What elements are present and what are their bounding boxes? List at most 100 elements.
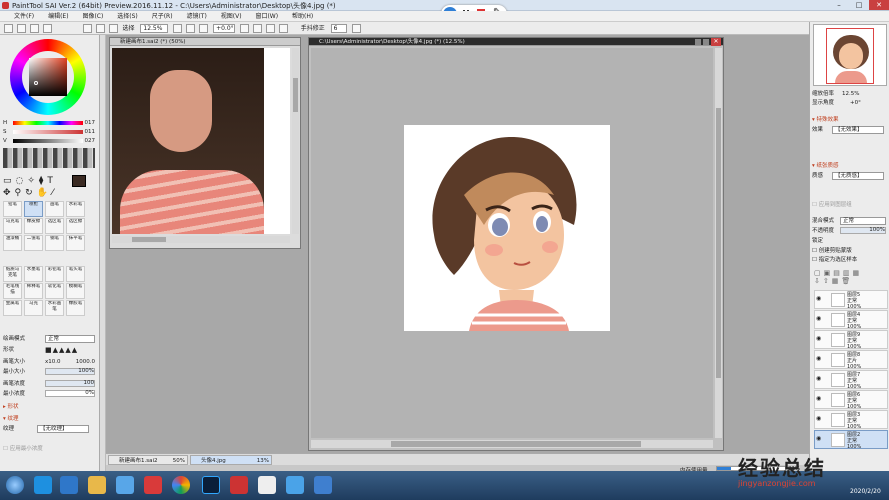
- menu-file[interactable]: 文件(F): [14, 11, 34, 22]
- menu-ruler[interactable]: 尺子(R): [152, 11, 173, 22]
- edge-icon[interactable]: [60, 476, 78, 494]
- material-section[interactable]: ▾ 纸张质感: [812, 162, 888, 170]
- clip-mask-checkbox[interactable]: ☐ 创建剪贴蒙版: [812, 247, 888, 255]
- rect-select-icon[interactable]: ▭: [3, 176, 16, 186]
- eye-icon[interactable]: ◉: [816, 336, 822, 342]
- swatch-palette[interactable]: [3, 148, 95, 168]
- menu-image[interactable]: 图像(C): [82, 11, 103, 22]
- main-window-title[interactable]: C:\Users\Administrator\Desktop\头像4.jpg (…: [309, 38, 723, 46]
- tool-color-pencil[interactable]: 彩铅笔: [45, 266, 64, 282]
- hue-slider[interactable]: [13, 121, 83, 125]
- hsv-slider-tab[interactable]: [29, 24, 39, 33]
- tool-watercolor-brush[interactable]: 水彩画笔: [45, 300, 64, 316]
- doc-tab-sai2[interactable]: 新建画布1.sai2 50%: [108, 455, 188, 465]
- maximize-button[interactable]: □: [849, 0, 869, 10]
- saturation-slider[interactable]: [13, 130, 83, 134]
- swatch-tab[interactable]: [42, 24, 52, 33]
- eye-icon[interactable]: ◉: [816, 416, 822, 422]
- color-wheel-tab[interactable]: [4, 24, 13, 33]
- move-icon[interactable]: ✥: [3, 188, 15, 198]
- menu-select[interactable]: 选择(S): [117, 11, 138, 22]
- layer-row[interactable]: ◉ 图层5 正常 100%: [814, 290, 888, 310]
- lasso-icon[interactable]: ◌: [16, 176, 28, 186]
- zoom-field[interactable]: 12.5%: [140, 24, 169, 33]
- main-hscroll[interactable]: [311, 440, 713, 448]
- tool-airbrush[interactable]: 喷枪: [24, 201, 43, 217]
- rotate-left-icon[interactable]: [240, 24, 249, 33]
- eye-icon[interactable]: ◉: [816, 376, 822, 382]
- tool-ink[interactable]: 水墨笔: [24, 266, 43, 282]
- photo-canvas[interactable]: [112, 48, 290, 234]
- canvas-close-button[interactable]: ✕: [711, 38, 721, 46]
- photo-window-title[interactable]: 新建画布1.sai2 (*) (50%): [110, 38, 300, 46]
- layer-row[interactable]: ◉ 图层8 正片 100%: [814, 350, 888, 370]
- brush-size-mult[interactable]: x10.0: [45, 358, 61, 366]
- eye-icon[interactable]: ◉: [816, 356, 822, 362]
- layer-row[interactable]: ◉ 图层4 正常 100%: [814, 310, 888, 330]
- navigator-preview[interactable]: [813, 24, 887, 86]
- stabilizer-field[interactable]: 6: [330, 24, 347, 33]
- color-square[interactable]: [29, 58, 67, 96]
- invert-selection-icon[interactable]: [108, 24, 118, 33]
- eye-icon[interactable]: ◉: [816, 396, 822, 402]
- tool-eraser[interactable]: 橡皮擦: [24, 218, 43, 234]
- app-icon-4[interactable]: [116, 476, 134, 494]
- zoom-out-icon[interactable]: [173, 24, 183, 33]
- photo-vscroll[interactable]: [292, 48, 299, 234]
- layer-row[interactable]: ◉ 图层2 正常 100%: [814, 430, 888, 450]
- hand-icon[interactable]: ✋: [37, 188, 52, 198]
- nav-zoom-value[interactable]: 12.5%: [842, 90, 859, 98]
- layer-row[interactable]: ◉ 图层7 正常 100%: [814, 370, 888, 390]
- menu-view[interactable]: 视图(V): [221, 11, 242, 22]
- eye-icon[interactable]: ◉: [816, 296, 822, 302]
- eye-icon[interactable]: ◉: [816, 316, 822, 322]
- minimize-button[interactable]: –: [829, 0, 849, 10]
- layer-opacity-slider[interactable]: 100%: [840, 227, 886, 234]
- canvas-min-button[interactable]: [695, 39, 701, 45]
- material-apply[interactable]: ☐ 应用到图层组: [812, 201, 888, 209]
- ie-icon[interactable]: [34, 476, 52, 494]
- tool-select-eraser[interactable]: 选区擦: [66, 218, 85, 234]
- min-size-slider[interactable]: 100%: [45, 368, 95, 375]
- magic-wand-icon[interactable]: ✧: [27, 176, 39, 186]
- app-icon-10[interactable]: [286, 476, 304, 494]
- rgb-slider-tab[interactable]: [16, 24, 26, 33]
- deselect-icon[interactable]: [95, 24, 105, 33]
- min-density-slider[interactable]: 0%: [45, 390, 95, 397]
- angle-field[interactable]: +0.0°: [213, 24, 236, 33]
- effect-select[interactable]: 【无效果】: [832, 126, 884, 134]
- layer-row[interactable]: ◉ 图层9 正常 100%: [814, 330, 888, 350]
- brush-size-value[interactable]: 1000.0: [76, 358, 95, 366]
- tool-bucket[interactable]: 油漆桶: [3, 235, 22, 251]
- stabilizer-toggle[interactable]: [351, 24, 361, 33]
- folder-icon[interactable]: [88, 476, 106, 494]
- tool-smudge[interactable]: 抹平笔: [66, 235, 85, 251]
- effects-section[interactable]: ▾ 特殊效果: [812, 116, 888, 124]
- app-icon-5[interactable]: [144, 476, 162, 494]
- tool-marker[interactable]: 马克笔: [3, 218, 22, 234]
- app-icon-11[interactable]: [314, 476, 332, 494]
- tool-paper-marker[interactable]: 纸质马克笔: [3, 266, 22, 282]
- flip-icon[interactable]: [278, 24, 288, 33]
- picker-icon[interactable]: ⁄: [52, 188, 58, 198]
- brush-shape-options[interactable]: ■▲▲▲▲: [45, 346, 78, 354]
- tool-brush[interactable]: 画笔: [45, 201, 64, 217]
- main-canvas-window[interactable]: C:\Users\Administrator\Desktop\头像4.jpg (…: [308, 37, 724, 451]
- tool-binary[interactable]: 二值笔: [24, 235, 43, 251]
- color-wheel[interactable]: [10, 39, 86, 115]
- zoom-tool-icon[interactable]: ⚲: [15, 188, 26, 198]
- sai-icon[interactable]: [230, 476, 248, 494]
- chrome-icon[interactable]: [172, 476, 190, 494]
- photo-hscroll[interactable]: [112, 236, 290, 243]
- tool-pen[interactable]: 钢笔: [45, 235, 64, 251]
- layer-buttons[interactable]: ▢▣▤▥▦ ⇩⇧▦🗑: [814, 269, 886, 289]
- texture-section[interactable]: ▾ 纹理: [3, 415, 95, 423]
- apply-min-density[interactable]: ☐ 应用最小浓度: [3, 445, 95, 453]
- density-slider[interactable]: 100: [45, 380, 95, 387]
- tool-line-brush[interactable]: 毛笔线描: [3, 283, 22, 299]
- rotate-right-icon[interactable]: [252, 24, 262, 33]
- material-select[interactable]: 【无质感】: [832, 172, 884, 180]
- tool-select-pen[interactable]: 选区笔: [45, 218, 64, 234]
- tool-metal[interactable]: 金属笔: [3, 300, 22, 316]
- texture-select[interactable]: 【无纹理】: [37, 425, 89, 433]
